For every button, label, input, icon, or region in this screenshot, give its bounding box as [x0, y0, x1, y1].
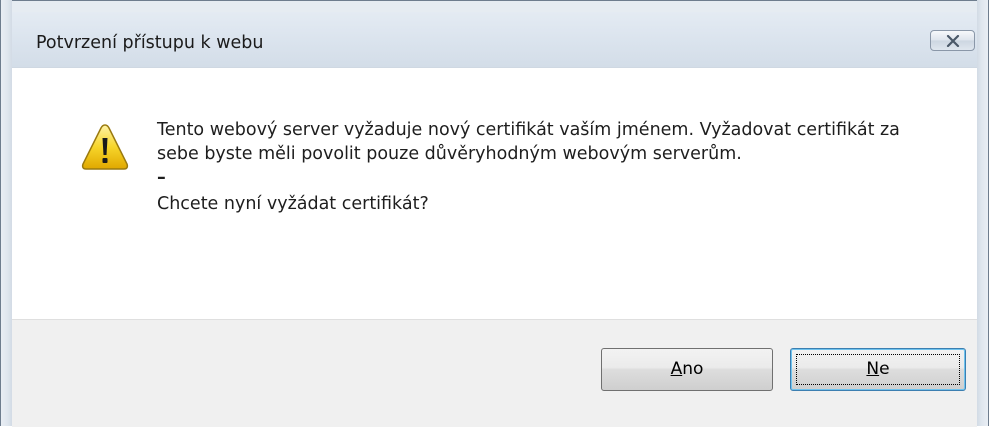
window-frame-right [977, 0, 989, 426]
window-frame-left [0, 0, 12, 426]
dialog-content: Tento webový server vyžaduje nový certif… [12, 67, 977, 427]
title-bar[interactable]: Potvrzení přístupu k webu [12, 12, 977, 67]
warning-icon [81, 124, 129, 170]
close-icon [946, 35, 960, 47]
dialog-title: Potvrzení přístupu k webu [36, 33, 264, 53]
yes-label: no [682, 359, 704, 379]
dialog-window: Potvrzení přístupu k webu Tento webový s… [0, 0, 989, 427]
no-label: e [879, 359, 890, 379]
yes-button[interactable]: Ano [601, 348, 773, 391]
question-text: Chcete nyní vyžádat certifikát? [157, 194, 429, 214]
yes-mnemonic: A [670, 359, 683, 379]
button-bar: Ano Ne [12, 319, 977, 427]
message-text: Tento webový server vyžaduje nový certif… [157, 120, 900, 164]
no-button[interactable]: Ne [790, 348, 966, 391]
message-separator: – [157, 168, 166, 188]
no-mnemonic: N [866, 359, 880, 379]
window-frame-top [0, 0, 989, 12]
close-button[interactable] [930, 30, 975, 51]
message-area: Tento webový server vyžaduje nový certif… [157, 118, 947, 216]
